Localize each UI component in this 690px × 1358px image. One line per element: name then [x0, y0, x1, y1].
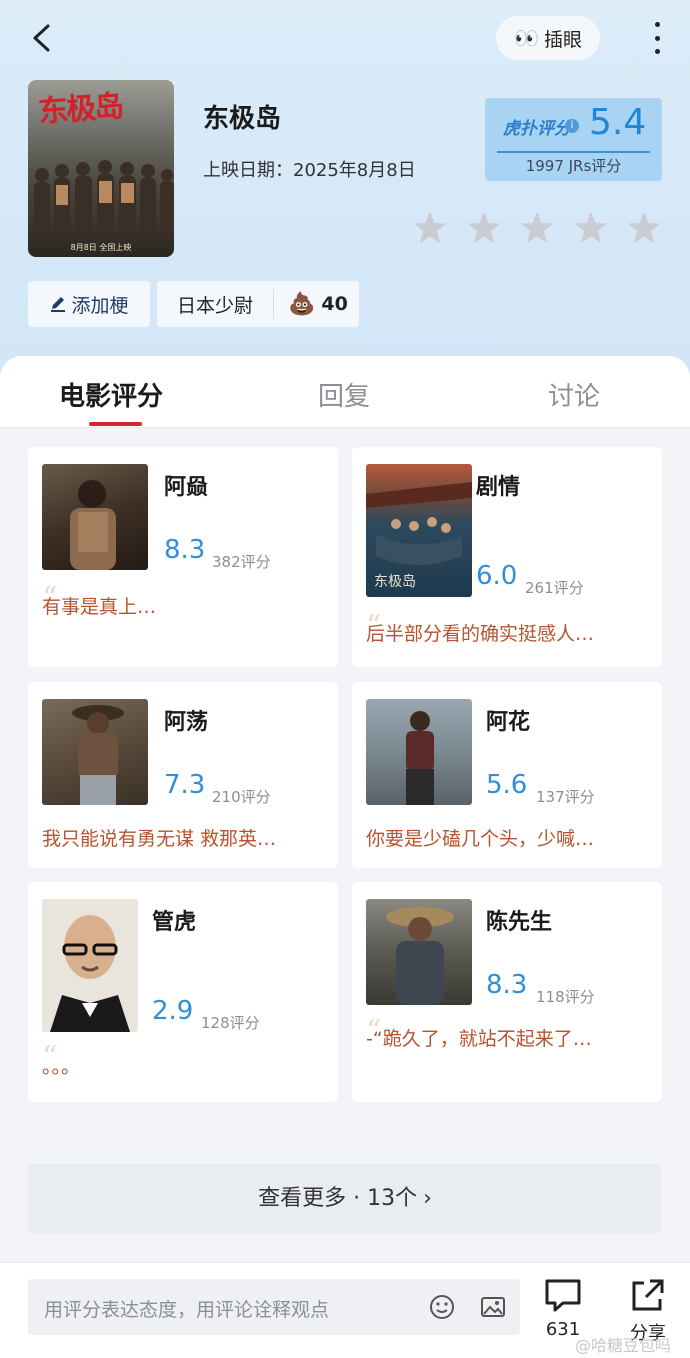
meme-tag-label: 日本少尉 [176, 294, 253, 317]
card-thumbnail [42, 699, 148, 805]
top-bar: 👀 插眼 [0, 0, 690, 76]
tab-discussion[interactable]: 讨论 [548, 376, 600, 413]
pen-icon [51, 297, 66, 312]
card-rating-count: 261评分 [525, 579, 584, 597]
card-rating: 2.9 [152, 996, 194, 1026]
release-date: 上映日期：2025年8月8日 [203, 160, 416, 181]
card-quote: 。。。 [42, 1056, 81, 1078]
card-rating-count: 382评分 [212, 553, 271, 571]
star-icon[interactable] [519, 210, 555, 246]
movie-title: 东极岛 [203, 104, 282, 134]
comment-input[interactable]: 用评分表达态度，用评论诠释观点 [28, 1279, 520, 1335]
star-icon[interactable] [466, 210, 502, 246]
back-icon[interactable] [24, 20, 60, 56]
poop-icon: 💩 [288, 291, 316, 317]
image-icon[interactable] [479, 1293, 507, 1321]
card-name: 阿荡 [164, 710, 209, 735]
comment-icon [545, 1279, 581, 1312]
svg-text:东极岛: 东极岛 [374, 574, 416, 590]
see-more-button[interactable]: 查看更多 · 13个 › [28, 1164, 662, 1234]
card-thumbnail [366, 699, 472, 805]
star-icon[interactable] [412, 210, 448, 246]
poster-title-art: 东极岛 [37, 89, 124, 130]
tab-movie-rating[interactable]: 电影评分 [59, 376, 163, 413]
rating-card-adang[interactable]: 阿荡 7.3 210评分 我只能说有勇无谋 救那英… [28, 682, 338, 868]
rating-card-mrchen[interactable]: 陈先生 8.3 118评分 “ -“跪久了，就站不起来了… [352, 882, 662, 1102]
emoji-icon[interactable] [428, 1293, 456, 1321]
rating-card-guanhu[interactable]: 管虎 2.9 128评分 “ 。。。 [28, 882, 338, 1102]
card-quote: 我只能说有勇无谋 救那英… [42, 828, 277, 850]
star-icon[interactable] [573, 210, 609, 246]
eyes-button-label: 插眼 [543, 28, 582, 51]
poster-date: 8月8日 全国上映 [70, 243, 132, 252]
card-thumbnail: 东极岛 [366, 464, 472, 597]
card-name: 管虎 [152, 910, 197, 935]
eyes-icon: 👀 [514, 26, 539, 50]
rating-card-ahua[interactable]: 阿花 5.6 137评分 你要是少磕几个头，少喊… [352, 682, 662, 868]
rating-card-plot[interactable]: 东极岛 剧情 6.0 261评分 “ 后半部分看的确实挺感人… [352, 447, 662, 667]
card-rating-count: 210评分 [212, 788, 271, 806]
card-name: 陈先生 [486, 910, 553, 935]
card-name: 阿赑 [164, 475, 209, 500]
card-quote: 你要是少磕几个头，少喊… [366, 828, 595, 850]
score-count: 1997 JRs评分 [525, 157, 622, 175]
bookmark-eyes-button[interactable]: 👀 插眼 [496, 16, 600, 60]
card-rating: 7.3 [164, 770, 206, 800]
watermark: @哈糖豆包吗 [575, 1336, 672, 1355]
card-name: 剧情 [476, 475, 521, 500]
star-icon[interactable] [626, 210, 662, 246]
movie-poster[interactable]: 东极岛 8月8日 全国上映 [28, 80, 174, 257]
card-thumbnail [366, 899, 472, 1005]
hupu-score-box: 虎扑评分 i 5.4 1997 JRs评分 [485, 98, 662, 181]
comment-placeholder: 用评分表达态度，用评论诠释观点 [44, 1299, 330, 1321]
tab-bar: 电影评分 回复 讨论 [0, 356, 690, 428]
see-more-label: 查看更多 · 13个 [258, 1186, 418, 1211]
chevron-right-icon: › [423, 1186, 432, 1211]
active-tab-indicator [89, 422, 142, 426]
card-quote: -“跪久了，就站不起来了… [366, 1028, 592, 1050]
meme-tag-chip[interactable]: 日本少尉 💩 40 [157, 281, 359, 327]
card-quote: 后半部分看的确实挺感人… [366, 623, 595, 645]
more-options-icon[interactable] [646, 22, 668, 54]
score-brand-logo: 虎扑评分 [503, 119, 571, 139]
add-meme-label: 添加梗 [71, 294, 129, 317]
card-rating: 6.0 [476, 561, 518, 591]
card-name: 阿花 [486, 710, 531, 735]
card-quote: 有事是真上… [42, 596, 157, 618]
chip-divider [273, 289, 274, 319]
card-rating-count: 128评分 [201, 1014, 260, 1032]
card-thumbnail [42, 464, 148, 570]
rating-stars [412, 210, 662, 250]
rating-card-aben[interactable]: 阿赑 8.3 382评分 “ 有事是真上… [28, 447, 338, 667]
card-rating: 8.3 [164, 535, 206, 565]
card-rating-count: 137评分 [536, 788, 595, 806]
tab-replies[interactable]: 回复 [318, 376, 370, 413]
info-icon[interactable]: i [565, 119, 579, 133]
share-icon [632, 1279, 664, 1311]
meme-tag-count: 40 [321, 293, 348, 315]
card-rating: 5.6 [486, 770, 528, 800]
card-rating-count: 118评分 [536, 988, 595, 1006]
card-rating: 8.3 [486, 970, 528, 1000]
score-value: 5.4 [589, 102, 647, 143]
add-meme-button[interactable]: 添加梗 [28, 281, 150, 327]
score-divider [497, 151, 650, 153]
card-thumbnail [42, 899, 138, 1032]
poster-people-art [34, 160, 174, 237]
